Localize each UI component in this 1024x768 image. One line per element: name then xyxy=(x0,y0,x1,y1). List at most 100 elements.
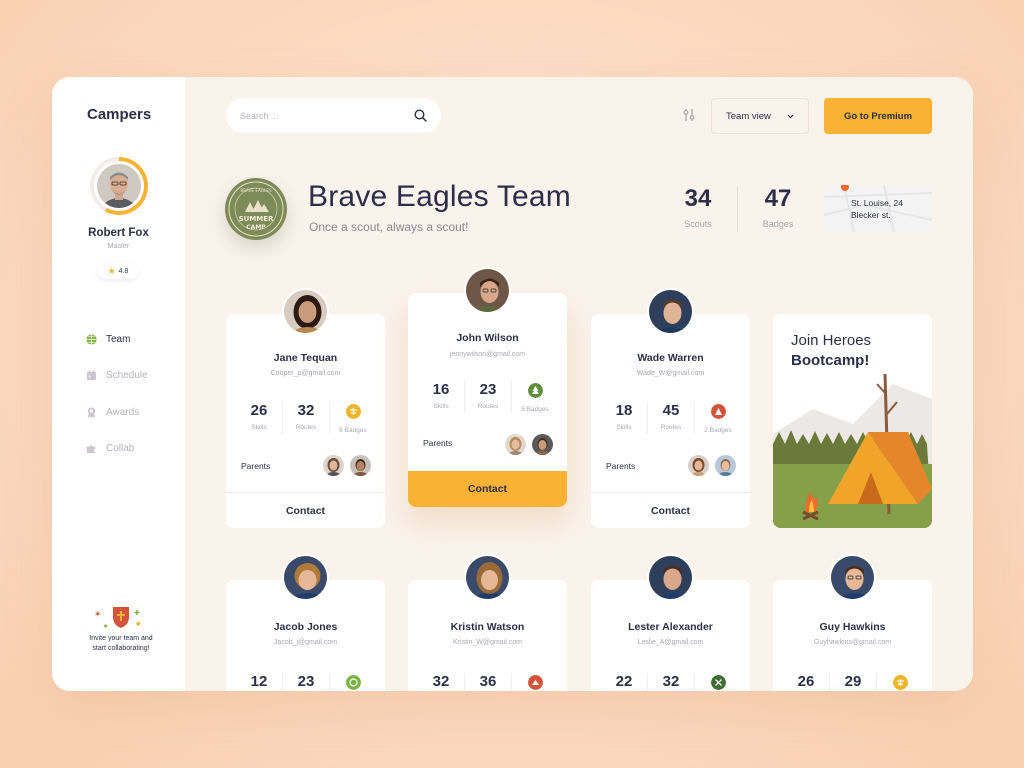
member-email[interactable]: Guyhawkins@gmail.com xyxy=(773,639,932,646)
member-card: Kristin Watson Kristin_W@gmail.com 32 36 xyxy=(408,554,567,691)
sidebar-item-label: Collab xyxy=(106,443,135,455)
user-role: Master xyxy=(107,243,130,250)
parent-avatar[interactable] xyxy=(688,455,709,476)
contact-button[interactable]: Contact xyxy=(408,471,567,507)
bootcamp-promo-card[interactable]: Join Heroes Bootcamp! xyxy=(773,314,932,528)
parent-avatar[interactable] xyxy=(323,455,344,476)
svg-text:✶: ✶ xyxy=(94,610,102,620)
filter-icon[interactable] xyxy=(682,108,696,122)
badges-label: 8 Badges xyxy=(339,427,367,434)
member-email[interactable]: jennywilson@gmail.com xyxy=(408,351,567,358)
app-window: Campers Robert Fox Master ★ 4.8 Team Sch… xyxy=(52,77,973,691)
member-stats: 16 Skills 23 Routes 5 Badges xyxy=(418,381,558,413)
routes-value: 23 xyxy=(297,673,315,690)
badges-label: 2 Badges xyxy=(704,427,732,434)
parents-label: Parents xyxy=(606,461,636,471)
parent-avatar[interactable] xyxy=(715,455,736,476)
badge-icon xyxy=(345,675,361,690)
sidebar-item-label: Awards xyxy=(106,406,140,418)
sidebar-nav: Team Schedule Awards Collab xyxy=(86,321,148,467)
member-email[interactable]: Wade_W@gmail.com xyxy=(591,370,750,377)
member-card: Jane Tequan Cooper_p@gmail.com 26 Skills … xyxy=(226,288,385,528)
member-stats: 12 23 xyxy=(236,673,376,691)
member-card-featured: John Wilson jennywilson@gmail.com 16 Skil… xyxy=(408,267,567,507)
user-rating: ★ 4.8 xyxy=(98,263,138,279)
sidebar-item-team[interactable]: Team xyxy=(86,321,148,358)
routes-value: 32 xyxy=(297,402,315,419)
routes-label: Routes xyxy=(295,424,317,431)
member-name: Wade Warren xyxy=(637,352,704,364)
invite-team-promo[interactable]: ✶ ✚ ● ● Invite your team and start colla… xyxy=(76,605,166,654)
skills-value: 26 xyxy=(797,673,815,690)
routes-value: 36 xyxy=(479,673,497,690)
shield-icon: ✶ ✚ ● ● xyxy=(76,605,166,629)
badge-icon xyxy=(710,404,726,419)
member-name: Lester Alexander xyxy=(628,621,713,633)
badge-top-text: BRAVE EAGLES xyxy=(240,188,272,193)
go-premium-button[interactable]: Go to Premium xyxy=(824,98,932,134)
team-view-select[interactable]: Team view xyxy=(711,98,809,134)
parent-avatar[interactable] xyxy=(350,455,371,476)
parents-label: Parents xyxy=(423,438,453,448)
member-card: Guy Hawkins Guyhawkins@gmail.com 26 29 xyxy=(773,554,932,691)
page-title: Brave Eagles Team xyxy=(308,180,571,213)
stat-label: Scouts xyxy=(684,219,712,229)
member-name: Kristin Watson xyxy=(450,621,525,633)
stat-value: 34 xyxy=(684,185,712,212)
stat-label: Badges xyxy=(762,219,794,229)
skills-value: 22 xyxy=(615,673,633,690)
svg-text:●: ● xyxy=(104,623,108,628)
puzzle-icon xyxy=(86,445,96,454)
contact-button[interactable]: Contact xyxy=(591,492,750,528)
member-photo xyxy=(647,554,694,601)
member-name: John Wilson xyxy=(456,332,519,344)
member-name: Jane Tequan xyxy=(273,352,338,364)
team-badge: BRAVE EAGLES SUMMER CAMP xyxy=(225,178,287,240)
sidebar-item-label: Schedule xyxy=(106,370,148,382)
chevron-down-icon xyxy=(787,114,794,118)
star-icon: ★ xyxy=(107,265,116,276)
search-bar[interactable] xyxy=(226,98,441,133)
member-email[interactable]: Leslie_A@gmail.com xyxy=(591,639,750,646)
member-email[interactable]: Jacob_j@gmail.com xyxy=(226,639,385,646)
sidebar-item-collab[interactable]: Collab xyxy=(86,431,148,468)
sidebar: Campers Robert Fox Master ★ 4.8 Team Sch… xyxy=(52,77,185,691)
search-icon[interactable] xyxy=(414,109,427,122)
promo-title-line2: Bootcamp! xyxy=(791,352,870,369)
member-stats: 22 32 xyxy=(601,673,741,691)
badge-icon xyxy=(527,675,543,690)
sidebar-item-awards[interactable]: Awards xyxy=(86,394,148,431)
routes-label: Routes xyxy=(660,424,682,431)
parent-avatar[interactable] xyxy=(532,434,553,455)
sidebar-item-schedule[interactable]: Schedule xyxy=(86,358,148,395)
skills-value: 18 xyxy=(615,402,633,419)
svg-text:✚: ✚ xyxy=(134,609,140,617)
parent-avatar[interactable] xyxy=(505,434,526,455)
promo-title-line1: Join Heroes xyxy=(791,332,872,349)
contact-button[interactable]: Contact xyxy=(226,492,385,528)
search-input[interactable] xyxy=(240,110,390,121)
skills-value: 12 xyxy=(250,673,268,690)
routes-value: 45 xyxy=(662,402,680,419)
parents-label: Parents xyxy=(241,461,271,471)
skills-value: 16 xyxy=(432,381,450,398)
parents-avatars xyxy=(505,434,553,455)
user-avatar[interactable] xyxy=(90,157,148,215)
sidebar-item-label: Team xyxy=(106,333,131,345)
stat-scouts: 34 Scouts xyxy=(668,185,728,229)
member-photo xyxy=(829,554,876,601)
badges-label: 5 Badges xyxy=(521,406,549,413)
calendar-icon xyxy=(86,370,97,381)
globe-icon xyxy=(86,334,97,345)
member-email[interactable]: Kristin_W@gmail.com xyxy=(408,639,567,646)
location-map[interactable]: St. Louise, 24 Blecker st. xyxy=(824,185,932,232)
invite-text-line2: start collaborating! xyxy=(92,645,150,652)
brand-logo[interactable]: Campers xyxy=(87,106,151,123)
member-stats: 18 Skills 45 Routes 2 Badges xyxy=(601,402,741,434)
address-line2: Blecker st. xyxy=(851,210,891,220)
member-name: Guy Hawkins xyxy=(819,621,886,633)
member-email[interactable]: Cooper_p@gmail.com xyxy=(226,370,385,377)
parents-avatars xyxy=(688,455,736,476)
member-photo xyxy=(464,554,511,601)
member-stats: 26 29 xyxy=(783,673,923,691)
